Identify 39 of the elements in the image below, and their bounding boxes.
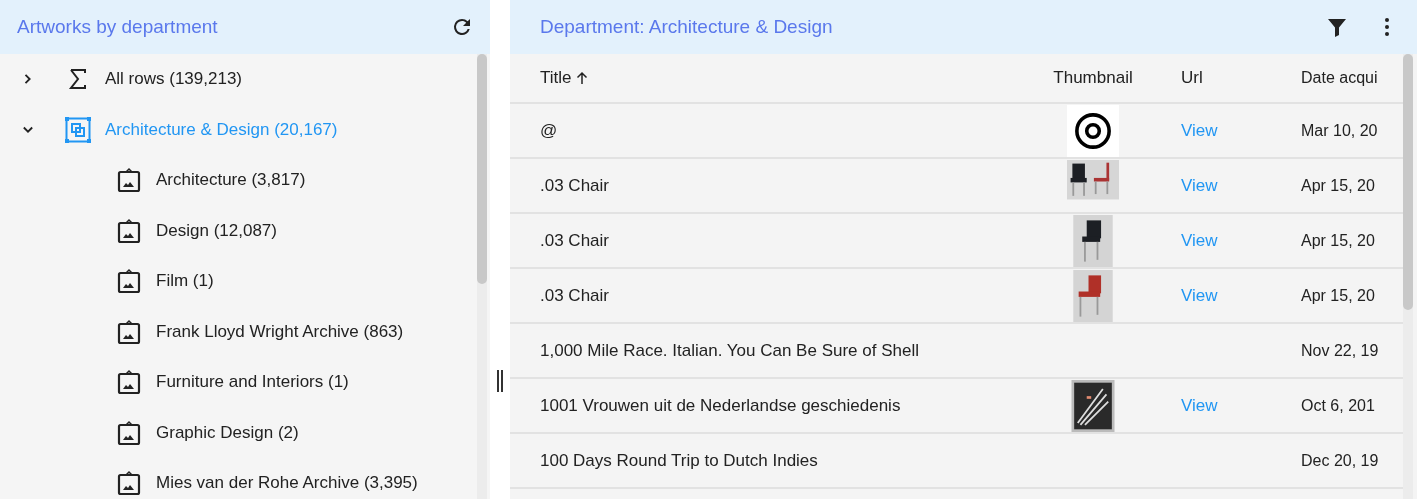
scrollbar[interactable] bbox=[1403, 54, 1413, 499]
column-header[interactable]: Thumbnail bbox=[1053, 68, 1133, 88]
framed-picture-icon bbox=[115, 267, 143, 296]
framed-picture-icon bbox=[115, 368, 143, 397]
tree-item[interactable]: Graphic Design (2) bbox=[0, 407, 477, 458]
table-cell: .03 Chair bbox=[540, 230, 609, 250]
resize-handle[interactable] bbox=[497, 369, 503, 392]
tree-item[interactable]: Furniture and Interiors (1) bbox=[0, 357, 477, 408]
table-cell: 100 Days Round Trip to Dutch Indies bbox=[540, 450, 818, 470]
grouped-squares-icon bbox=[64, 115, 92, 144]
tree-item[interactable]: Frank Lloyd Wright Archive (863) bbox=[0, 306, 477, 357]
column-header[interactable]: Date acqui bbox=[1301, 69, 1378, 87]
tree-item[interactable]: Design (12,087) bbox=[0, 205, 477, 256]
tree-item[interactable]: All rows (139,213) bbox=[0, 54, 477, 105]
table-cell: Apr 15, 20 bbox=[1301, 231, 1375, 249]
table-cell: Dec 20, 19 bbox=[1301, 451, 1379, 469]
table-cell: Oct 6, 201 bbox=[1301, 396, 1375, 414]
table-cell: 1,000 Mile Race. Italian. You Can Be Sure of Shell bbox=[540, 340, 919, 360]
framed-picture-icon bbox=[115, 469, 143, 498]
table-cell: 1001 Vrouwen uit de Nederlandse geschiedenis bbox=[540, 395, 901, 415]
table-cell: .03 Chair bbox=[540, 285, 609, 305]
table-cell: @ bbox=[540, 120, 558, 140]
scrollbar[interactable] bbox=[477, 54, 487, 499]
tree-item[interactable]: Film (1) bbox=[0, 256, 477, 307]
column-header[interactable]: Url bbox=[1181, 68, 1203, 88]
framed-picture-icon bbox=[115, 418, 143, 447]
table-cell: Apr 15, 20 bbox=[1301, 176, 1375, 194]
framed-picture-icon bbox=[115, 166, 143, 195]
framed-picture-icon bbox=[115, 317, 143, 346]
table-cell: Apr 15, 20 bbox=[1301, 286, 1375, 304]
framed-picture-icon bbox=[115, 216, 143, 245]
table-cell: .03 Chair bbox=[540, 175, 609, 195]
panel-title: Department: Architecture & Design bbox=[540, 16, 833, 38]
tree-item[interactable]: Architecture (3,817) bbox=[0, 155, 477, 206]
column-header[interactable]: Title bbox=[540, 68, 590, 88]
panel-title: Artworks by department bbox=[17, 16, 218, 38]
tree-item[interactable]: Mies van der Rohe Archive (3,395) bbox=[0, 458, 477, 499]
table-cell: Mar 10, 20 bbox=[1301, 121, 1378, 139]
table-cell: Nov 22, 19 bbox=[1301, 341, 1379, 359]
